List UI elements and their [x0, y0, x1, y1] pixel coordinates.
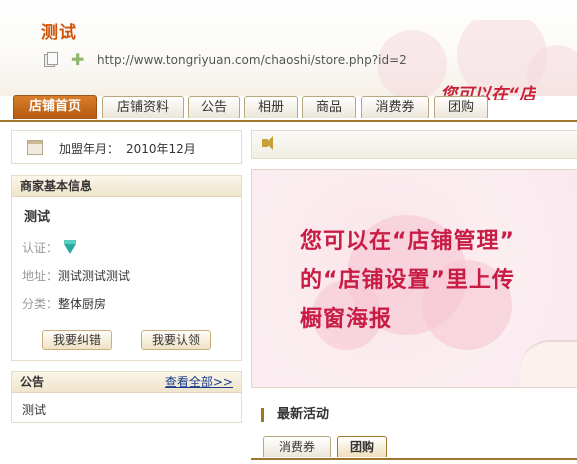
category-row: 分类：整体厨房: [22, 295, 106, 312]
tab-group-buy[interactable]: 团购: [434, 96, 488, 118]
store-header: 测试 ✚ http://www.tongriyuan.com/chaoshi/s…: [0, 0, 577, 100]
tab-products[interactable]: 商品: [302, 96, 356, 118]
address-label: 地址：: [22, 269, 59, 283]
audio-bar: [251, 130, 577, 159]
tab-album[interactable]: 相册: [244, 96, 298, 118]
tab-activity-coupons[interactable]: 消费券: [263, 436, 331, 457]
category-value: 整体厨房: [58, 297, 107, 311]
activities-tabs: 消费券 团购: [251, 434, 577, 460]
address-row: 地址：测试测试测试: [22, 267, 130, 284]
view-all-link[interactable]: 查看全部>>: [165, 372, 233, 392]
join-date-box: 加盟年月： 2010年12月: [11, 130, 242, 164]
poster-text-line: 橱窗海报: [300, 307, 393, 332]
add-favorite-icon[interactable]: ✚: [71, 52, 84, 68]
tab-coupons[interactable]: 消费券: [361, 96, 429, 118]
join-date-value: 2010年12月: [126, 142, 196, 156]
tab-activity-group-buy[interactable]: 团购: [337, 436, 387, 457]
poster-text-line: 您可以在“店铺管理”: [300, 229, 515, 254]
join-date-label: 加盟年月：: [59, 142, 120, 156]
hand-illustration: [520, 340, 577, 387]
activities-title: 最新活动: [277, 407, 330, 422]
address-value: 测试测试测试: [58, 269, 131, 283]
notice-header: 公告 查看全部>>: [12, 372, 241, 393]
notice-content: 测试: [22, 403, 47, 417]
copy-icon[interactable]: [44, 52, 58, 67]
poster-text-line: 的“店铺设置”里上传: [300, 268, 515, 293]
tab-notices[interactable]: 公告: [188, 96, 240, 118]
report-error-button[interactable]: 我要纠错: [42, 330, 112, 350]
notice-heading: 公告: [20, 375, 45, 389]
speaker-icon[interactable]: [262, 136, 273, 150]
certification-row: 认证：: [22, 239, 76, 256]
tab-store-profile[interactable]: 店铺资料: [102, 96, 184, 118]
window-poster: 您可以在“店铺管理” 的“店铺设置”里上传 橱窗海报: [251, 169, 577, 388]
claim-store-button[interactable]: 我要认领: [141, 330, 211, 350]
activities-header: 最新活动: [251, 404, 577, 426]
store-nav-tabs: 店铺首页 店铺资料 公告 相册 商品 消费券 团购: [0, 95, 577, 122]
merchant-name: 测试: [24, 210, 51, 225]
store-title: 测试: [41, 23, 77, 43]
tab-store-home[interactable]: 店铺首页: [13, 95, 97, 119]
store-url[interactable]: http://www.tongriyuan.com/chaoshi/store.…: [97, 53, 407, 67]
notice-panel: 公告 查看全部>> 测试: [11, 371, 242, 423]
certification-label: 认证：: [22, 241, 59, 255]
calendar-icon: [27, 140, 43, 155]
merchant-info-heading: 商家基本信息: [12, 176, 241, 197]
section-marker: [261, 408, 264, 422]
diamond-icon: [63, 239, 76, 254]
merchant-info-panel: 商家基本信息 测试 认证： 地址：测试测试测试 分类：整体厨房 我要纠错 我要认…: [11, 175, 242, 361]
category-label: 分类：: [22, 297, 59, 311]
